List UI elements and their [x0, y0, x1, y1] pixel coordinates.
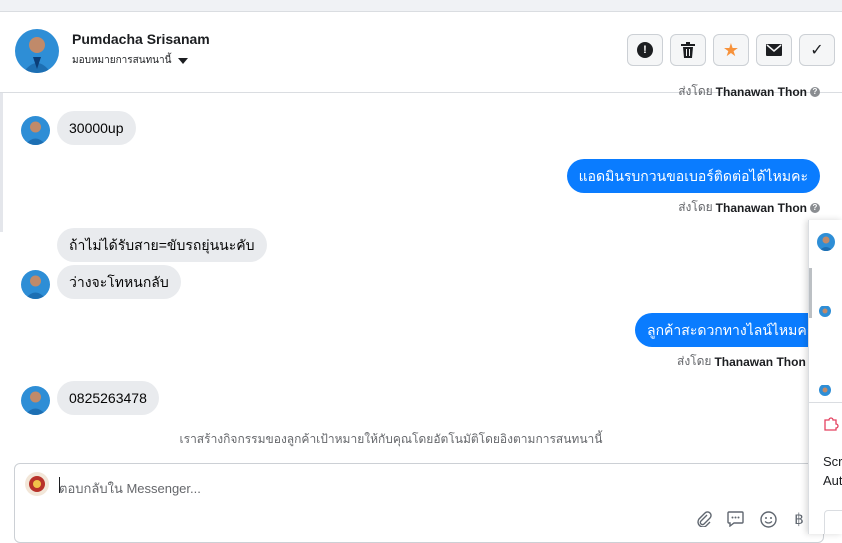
star-icon: ★: [722, 40, 740, 60]
sent-by-prefix: ส่งโดย: [678, 200, 713, 214]
check-icon: ✓: [810, 42, 824, 59]
emoji-icon[interactable]: [759, 510, 777, 528]
incoming-message[interactable]: 0825263478: [57, 381, 159, 415]
caret-down-icon: [178, 57, 189, 64]
assign-conversation-dropdown[interactable]: มอบหมายการสนทนานี้: [72, 53, 189, 68]
sent-by-prefix: ส่งโดย: [677, 354, 712, 368]
trash-icon: [681, 42, 695, 58]
sent-by-label: ส่งโดย Thanawan Thon ?: [678, 82, 820, 101]
help-icon[interactable]: ?: [810, 86, 820, 97]
side-scrollbar[interactable]: [809, 268, 812, 318]
incoming-message[interactable]: ว่างจะโทหนกลับ: [57, 265, 181, 299]
contact-avatar[interactable]: [15, 29, 59, 73]
side-text-line1: Scr: [823, 454, 842, 469]
incoming-message[interactable]: ถ้าไม่ได้รับสาย=ขับรถยุ่นนะคับ: [57, 228, 267, 262]
puzzle-icon: [823, 416, 839, 432]
incoming-message[interactable]: 30000up: [57, 111, 136, 145]
sent-by-label: ส่งโดย Thanawan Thon ?: [678, 198, 820, 217]
side-panel: Scr Aut: [808, 220, 842, 534]
sent-by-sender: Thanawan Thon: [714, 354, 806, 369]
page-avatar: [25, 472, 49, 496]
contact-avatar-small[interactable]: [21, 270, 50, 299]
sent-by-sender: Thanawan Thon: [715, 84, 807, 99]
delete-button[interactable]: [670, 34, 706, 66]
saved-reply-icon[interactable]: [726, 510, 744, 528]
mark-done-button[interactable]: ✓: [799, 34, 835, 66]
report-button[interactable]: !: [627, 34, 663, 66]
system-message: เราสร้างกิจกรรมของลูกค้าเป้าหมายให้กับคุ…: [179, 432, 603, 446]
contact-name[interactable]: Pumdacha Srisanam: [72, 31, 210, 47]
conversation-header: Pumdacha Srisanam มอบหมายการสนทนานี้ ! ★…: [0, 12, 842, 93]
paperclip-icon[interactable]: [695, 510, 713, 528]
contact-avatar-small[interactable]: [21, 386, 50, 415]
side-box[interactable]: [824, 510, 842, 534]
left-scrollbar[interactable]: [0, 92, 3, 232]
help-icon[interactable]: ?: [810, 202, 820, 213]
sent-by-sender: Thanawan Thon: [715, 200, 807, 215]
side-avatar[interactable]: [817, 233, 835, 251]
assign-label: มอบหมายการสนทนานี้: [72, 55, 172, 66]
side-divider: [809, 402, 842, 403]
top-bar: [0, 0, 842, 12]
contact-avatar-small[interactable]: [21, 116, 50, 145]
sent-by-label: ส่งโดย Thanawan Thon: [677, 352, 806, 371]
outgoing-message[interactable]: แอดมินรบกวนขอเบอร์ติดต่อได้ไหมคะ: [566, 159, 820, 193]
envelope-icon: [766, 44, 782, 56]
star-button[interactable]: ★: [713, 34, 749, 66]
sent-by-prefix: ส่งโดย: [678, 84, 713, 98]
side-text-line2: Aut: [823, 473, 842, 488]
side-avatar[interactable]: [819, 305, 831, 317]
reply-composer[interactable]: ตอบกลับใน Messenger... ฿: [14, 463, 824, 543]
side-avatar[interactable]: [819, 384, 831, 396]
baht-icon[interactable]: ฿: [790, 510, 808, 528]
reply-input[interactable]: ตอบกลับใน Messenger...: [59, 478, 201, 499]
exclamation-circle-icon: !: [637, 42, 653, 58]
mark-unread-button[interactable]: [756, 34, 792, 66]
baht-glyph: ฿: [794, 511, 804, 528]
